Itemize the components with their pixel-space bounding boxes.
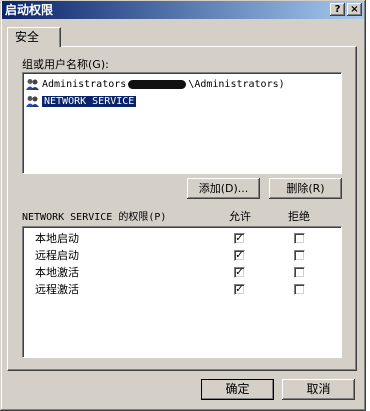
list-item-label: NETWORK SERVICE	[42, 96, 137, 107]
deny-remote-launch-checkbox[interactable]	[294, 250, 305, 261]
deny-local-launch-checkbox[interactable]	[294, 233, 305, 244]
deny-remote-activation-checkbox[interactable]	[294, 284, 305, 295]
close-button[interactable]: ×	[347, 3, 362, 16]
ok-button[interactable]: 确定	[201, 379, 274, 400]
tab-security[interactable]: 安全	[7, 27, 61, 47]
allow-column-header: 允许	[229, 210, 251, 223]
cancel-button[interactable]: 取消	[282, 379, 355, 400]
list-item-suffix: \Administrators)	[188, 79, 285, 90]
users-listbox[interactable]: Administrators \Administrators) NETWORK S…	[22, 72, 342, 174]
deny-column-header: 拒绝	[288, 210, 310, 223]
help-button[interactable]: ?	[330, 3, 345, 16]
users-list-label: 组或用户名称(G):	[22, 58, 109, 71]
remove-button[interactable]: 删除(R)	[269, 178, 342, 199]
allow-local-launch-checkbox[interactable]: ✓	[234, 233, 245, 244]
permissions-header: NETWORK SERVICE 的权限(P)	[22, 212, 167, 223]
allow-remote-launch-checkbox[interactable]: ✓	[234, 250, 245, 261]
list-item-network-service[interactable]: NETWORK SERVICE	[26, 94, 137, 110]
window-title: 启动权限	[5, 3, 54, 17]
permission-row-remote-launch: 远程启动	[35, 249, 79, 262]
redacted-mark	[128, 79, 187, 89]
allow-local-activation-checkbox[interactable]: ✓	[234, 267, 245, 278]
launch-permission-dialog: 启动权限 ? × 安全 组或用户名称(G): Administrators \Ad…	[0, 0, 366, 411]
list-item-administrators[interactable]: Administrators \Administrators)	[26, 77, 285, 93]
permission-row-remote-activation: 远程激活	[35, 283, 79, 296]
permission-row-local-launch: 本地启动	[35, 232, 79, 245]
user-group-icon	[26, 95, 39, 107]
permissions-list: 本地启动 远程启动 本地激活 远程激活 ✓ ✓ ✓ ✓	[22, 226, 342, 358]
user-group-icon	[26, 78, 39, 90]
list-item-prefix: Administrators	[42, 79, 127, 90]
deny-local-activation-checkbox[interactable]	[294, 267, 305, 278]
title-bar[interactable]: 启动权限 ? ×	[2, 1, 364, 19]
permission-row-local-activation: 本地激活	[35, 266, 79, 279]
allow-remote-activation-checkbox[interactable]: ✓	[234, 284, 245, 295]
add-button[interactable]: 添加(D)...	[187, 178, 260, 199]
